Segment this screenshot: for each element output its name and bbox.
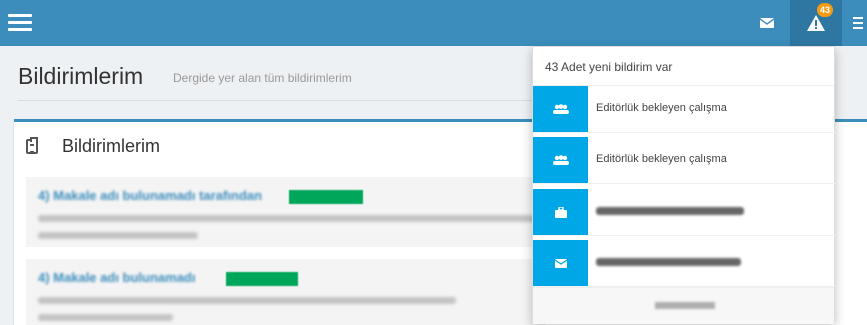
list-item[interactable]: 4) Makale adı bulunamadı [26,259,546,325]
envelope-icon [533,240,588,286]
page-title: Bildirimlerim [18,63,144,89]
notification-item[interactable]: Editörlük bekleyen çalışma [533,137,836,184]
list-icon [852,17,863,29]
notifications-button[interactable]: 43 [790,0,842,46]
envelope-icon [760,18,774,28]
view-all-notifications-link[interactable] [533,287,834,324]
notification-count-badge: 43 [817,3,833,17]
list-item[interactable]: 4) Makale adı bulunamadı tarafından [26,177,546,247]
box-title: Bildirimlerim [62,136,160,156]
footer-text-blurred [655,302,715,309]
notification-text: Editörlük bekleyen çalışma [596,102,727,114]
notification-item[interactable] [533,240,836,287]
notification-item[interactable]: Editörlük bekleyen çalışma [533,86,836,133]
notification-item[interactable] [533,189,836,236]
notification-text: Editörlük bekleyen çalışma [596,153,727,165]
messages-button[interactable] [752,0,782,46]
page-subtitle: Dergide yer alan tüm bildirimlerim [173,71,352,85]
control-sidebar-icon[interactable] [848,0,867,46]
clipboard-icon [26,137,38,154]
item-text-blurred [38,215,543,222]
item-title-blurred[interactable]: 4) Makale adı bulunamadı [38,270,196,285]
status-badge [226,272,298,286]
sidebar-toggle-icon[interactable] [8,14,32,32]
notification-summary: 43 Adet yeni bildirim var [545,60,673,74]
notification-text-blurred [596,258,741,266]
status-badge [289,190,363,204]
item-text-blurred [38,297,456,304]
notification-text-blurred [596,207,744,215]
header-divider [18,100,538,101]
dropdown-header: 43 Adet yeni bildirim var [533,47,834,86]
top-navbar: 43 [0,0,867,46]
users-icon [533,86,588,132]
item-text-blurred [38,232,198,239]
briefcase-icon [533,189,588,235]
notifications-dropdown: 43 Adet yeni bildirim var Editörlük bekl… [532,46,836,324]
warning-icon [807,15,825,31]
item-title-blurred[interactable]: 4) Makale adı bulunamadı tarafından [38,188,262,203]
item-text-blurred [38,314,173,321]
users-icon [533,137,588,183]
